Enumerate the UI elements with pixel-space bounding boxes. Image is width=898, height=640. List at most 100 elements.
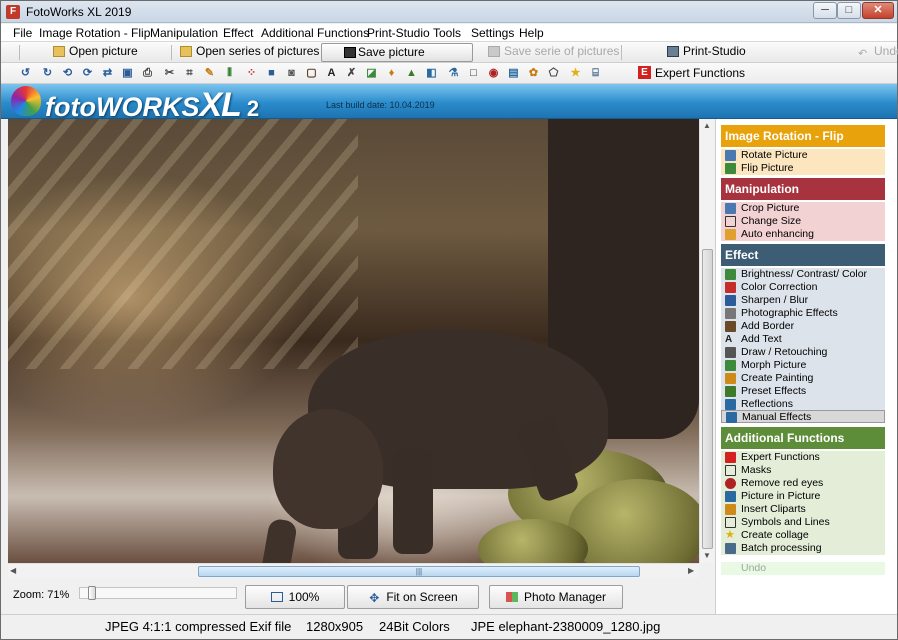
panel-item-create-collage[interactable]: ★ Create collage xyxy=(721,529,885,542)
cube-icon[interactable]: ▣ xyxy=(121,67,134,80)
maximize-button[interactable]: □ xyxy=(837,2,861,19)
scissors-icon[interactable]: ✂ xyxy=(163,67,176,80)
print-studio-button[interactable]: Print-Studio xyxy=(665,43,746,62)
baby-elephant-trunk xyxy=(246,517,298,563)
panel-item-masks[interactable]: Masks xyxy=(721,464,885,477)
panel-item-brightness[interactable]: Brightness/ Contrast/ Color xyxy=(721,268,885,281)
manual-effects-icon[interactable]: ⚗ xyxy=(447,67,460,80)
printer-icon[interactable]: ⎙ xyxy=(141,67,154,80)
horizontal-scrollbar[interactable]: ◀ ||| ▶ xyxy=(8,563,699,578)
open-series-button[interactable]: Open series of pictures xyxy=(178,43,319,62)
open-picture-button[interactable]: Open picture xyxy=(51,43,138,62)
panel-item-label: Morph Picture xyxy=(741,359,807,371)
panel-item-sharpen-blur[interactable]: Sharpen / Blur xyxy=(721,294,885,307)
panel-item-symbols-and-lines[interactable]: Symbols and Lines xyxy=(721,516,885,529)
menu-help[interactable]: Help xyxy=(519,26,544,40)
rotate-right-icon[interactable]: ↻ xyxy=(41,67,54,80)
panel-item-change-size[interactable]: Change Size xyxy=(721,215,885,228)
panel-item-batch-processing[interactable]: Batch processing xyxy=(721,542,885,555)
zoom-slider-thumb[interactable] xyxy=(88,586,96,600)
panel-item-auto-enhancing[interactable]: Auto enhancing xyxy=(721,228,885,241)
photo-manager-button[interactable]: Photo Manager xyxy=(489,585,623,609)
red-eye-icon[interactable]: ◉ xyxy=(487,67,500,80)
section-additional-functions[interactable]: Additional Functions xyxy=(721,427,885,449)
color-dots-icon[interactable]: ⁘ xyxy=(245,67,258,80)
panel-item-create-painting[interactable]: Create Painting xyxy=(721,372,885,385)
fit-on-screen-button[interactable]: ✥ Fit on Screen xyxy=(347,585,479,609)
panel-item-color-correction[interactable]: Color Correction xyxy=(721,281,885,294)
elephant-photo xyxy=(8,119,699,563)
rotate-left-icon[interactable]: ↺ xyxy=(19,67,32,80)
menu-print-studio[interactable]: Print-Studio xyxy=(367,26,430,40)
border-icon xyxy=(725,321,736,332)
zoom-100-button[interactable]: 100% xyxy=(245,585,345,609)
panel-item-manual-effects[interactable]: Manual Effects xyxy=(721,410,885,423)
zoom-slider[interactable] xyxy=(79,586,237,600)
section-image-rotation[interactable]: Image Rotation - Flip xyxy=(721,125,885,147)
crop-icon[interactable]: ⌗ xyxy=(183,67,196,80)
panel-item-crop-picture[interactable]: Crop Picture xyxy=(721,202,885,215)
section-effect[interactable]: Effect xyxy=(721,244,885,266)
brush-icon[interactable]: ✗ xyxy=(345,67,358,80)
section-manipulation[interactable]: Manipulation xyxy=(721,178,885,200)
painting-icon[interactable]: ♦ xyxy=(385,67,398,80)
symbols-icon[interactable]: ⬠ xyxy=(547,67,560,80)
menu-manipulation[interactable]: Manipulation xyxy=(150,26,218,40)
scroll-right-icon[interactable]: ▶ xyxy=(688,566,694,575)
panel-item-flip-picture[interactable]: Flip Picture xyxy=(721,162,885,175)
flip-icon[interactable]: ⇄ xyxy=(101,67,114,80)
scroll-up-icon[interactable]: ▲ xyxy=(703,121,711,130)
reflection-icon xyxy=(725,399,736,410)
panel-item-draw-retouching[interactable]: Draw / Retouching xyxy=(721,346,885,359)
scroll-left-icon[interactable]: ◀ xyxy=(10,566,16,575)
vertical-scrollbar[interactable]: ▲ ▼ xyxy=(699,119,714,563)
mask-icon[interactable]: □ xyxy=(467,67,480,80)
app-icon[interactable]: F xyxy=(6,5,20,19)
clipart-icon[interactable]: ✿ xyxy=(527,67,540,80)
horizontal-scroll-thumb[interactable]: ||| xyxy=(198,566,640,577)
vertical-scroll-thumb[interactable] xyxy=(702,249,713,549)
camera-icon[interactable]: ◙ xyxy=(285,67,298,80)
panel-item-preset-effects[interactable]: Preset Effects xyxy=(721,385,885,398)
star-icon[interactable]: ★ xyxy=(569,67,582,80)
panel-item-label: Remove red eyes xyxy=(741,477,824,489)
panel-item-rotate-picture[interactable]: Rotate Picture xyxy=(721,149,885,162)
morph-icon[interactable]: ◪ xyxy=(365,67,378,80)
panel-item-add-border[interactable]: Add Border xyxy=(721,320,885,333)
menu-tools[interactable]: Tools xyxy=(433,26,461,40)
rotate-cw-icon[interactable]: ⟳ xyxy=(81,67,94,80)
save-picture-button[interactable]: Save picture xyxy=(321,43,473,62)
reflection-icon[interactable]: ◧ xyxy=(425,67,438,80)
panel-item-add-text[interactable]: A Add Text xyxy=(721,333,885,346)
expert-functions-button[interactable]: E Expert Functions xyxy=(638,65,745,81)
menu-additional-functions[interactable]: Additional Functions xyxy=(261,26,369,40)
menu-effect[interactable]: Effect xyxy=(223,26,253,40)
panel-item-expert-functions[interactable]: Expert Functions xyxy=(721,451,885,464)
panel-item-photographic-effects[interactable]: Photographic Effects xyxy=(721,307,885,320)
batch-icon[interactable]: ⌸ xyxy=(589,67,602,80)
scroll-down-icon[interactable]: ▼ xyxy=(703,551,711,560)
undo-toolbar-button[interactable]: ↶ Undo xyxy=(856,43,898,62)
menu-file[interactable]: File xyxy=(13,26,32,40)
picture-in-picture-icon[interactable]: ▤ xyxy=(507,67,520,80)
preset-icon[interactable]: ▲ xyxy=(405,67,418,80)
levels-icon[interactable]: ⫴ xyxy=(223,67,236,80)
image-canvas[interactable] xyxy=(8,119,699,563)
border-icon[interactable]: ▢ xyxy=(305,67,318,80)
panel-undo-button[interactable]: Undo xyxy=(721,562,885,575)
menu-settings[interactable]: Settings xyxy=(471,26,514,40)
panel-item-remove-red-eyes[interactable]: Remove red eyes xyxy=(721,477,885,490)
minimize-button[interactable]: ─ xyxy=(813,2,837,19)
wand-icon[interactable]: ✎ xyxy=(203,67,216,80)
close-button[interactable]: ✕ xyxy=(862,2,894,19)
panel-item-insert-cliparts[interactable]: Insert Cliparts xyxy=(721,503,885,516)
panel-item-label: Add Text xyxy=(741,333,782,345)
wand-icon xyxy=(725,229,736,240)
panel-item-picture-in-picture[interactable]: Picture in Picture xyxy=(721,490,885,503)
panel-item-morph-picture[interactable]: Morph Picture xyxy=(721,359,885,372)
save-series-button[interactable]: Save serie of pictures xyxy=(486,43,619,62)
menu-image-rotation[interactable]: Image Rotation - Flip xyxy=(39,26,150,40)
sharpen-icon[interactable]: ■ xyxy=(265,67,278,80)
rotate-icon[interactable]: ⟲ xyxy=(61,67,74,80)
text-icon[interactable]: A xyxy=(325,67,338,80)
